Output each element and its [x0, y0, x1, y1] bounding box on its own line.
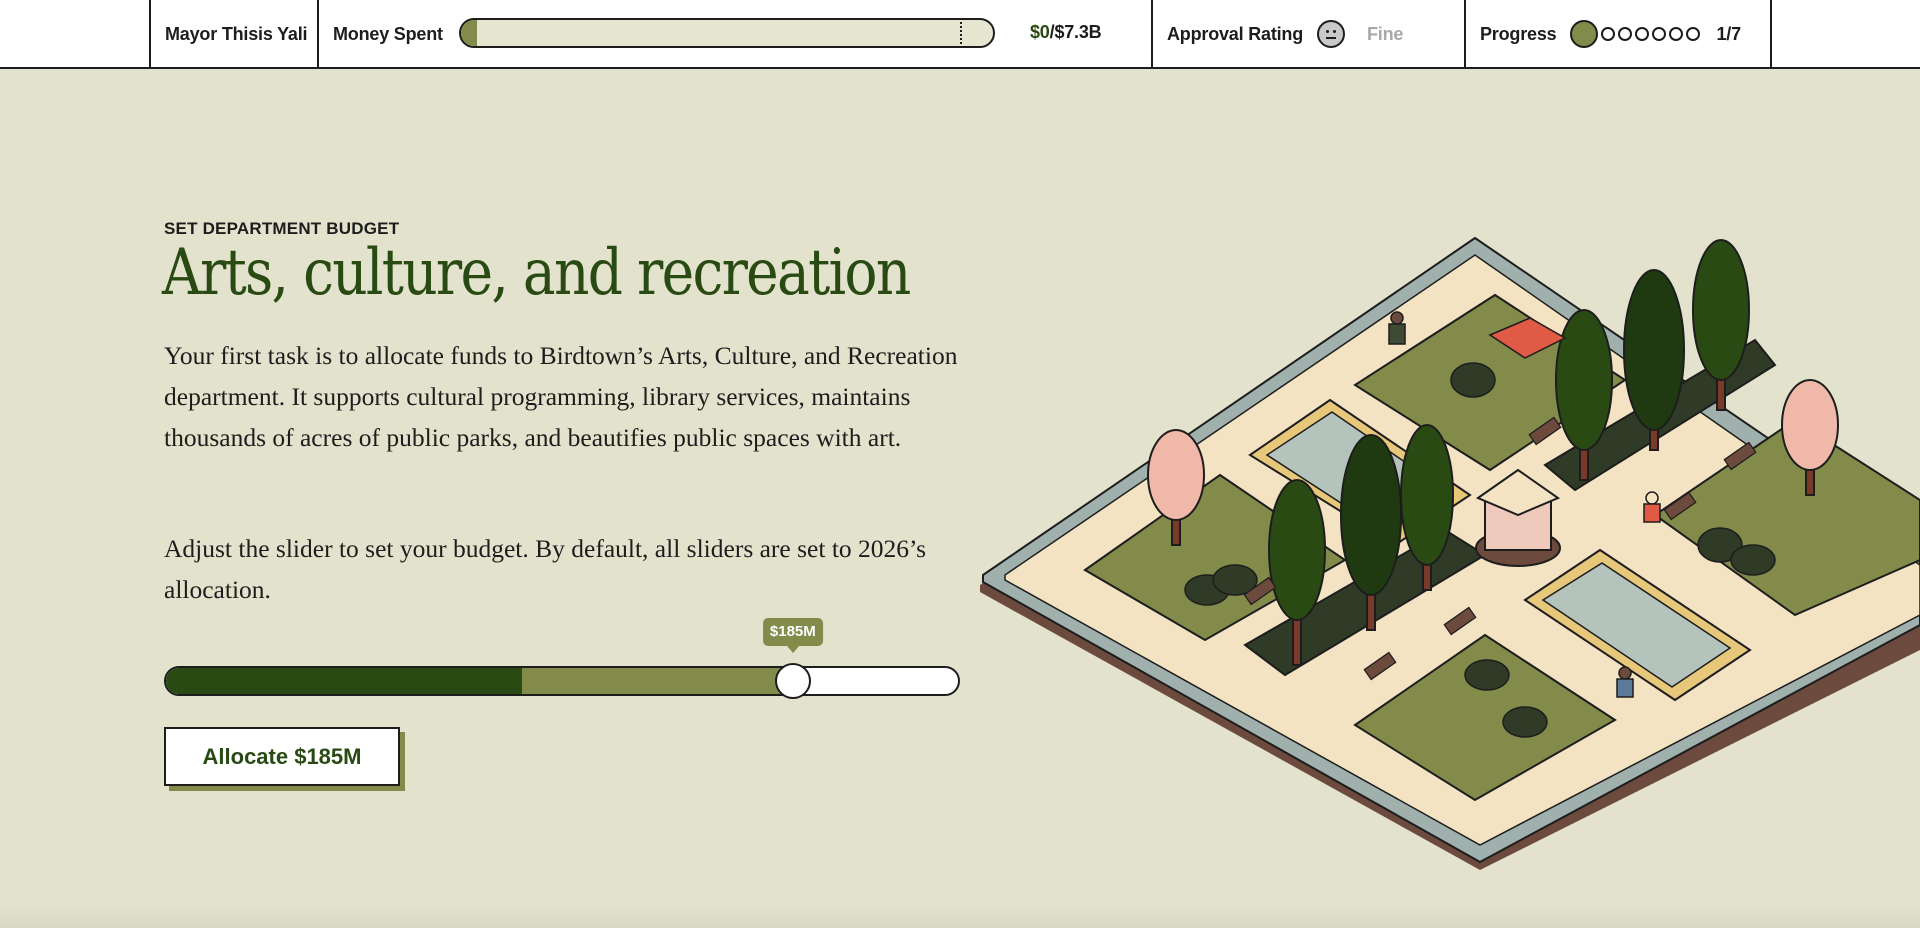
intro-paragraph: Your first task is to allocate funds to … [164, 341, 958, 452]
slider-extra-allocation-fill [522, 668, 792, 694]
budget-slider-thumb[interactable] [774, 663, 811, 699]
approval-rating-status: Fine [1367, 23, 1404, 44]
money-spent-label: Money Spent [333, 23, 443, 44]
slider-default-allocation-fill [166, 668, 523, 694]
progress-dot [1669, 27, 1684, 41]
progress-dot [1652, 27, 1667, 41]
money-spent-cell: Money Spent $0/$7.3B [317, 0, 1151, 68]
allocate-button[interactable]: Allocate $185M [164, 727, 400, 786]
progress-count: 1/7 [1716, 23, 1741, 44]
slider-value-tooltip: $185M [762, 618, 823, 653]
park-illustration [980, 236, 1920, 870]
approval-rating-cell: Approval Rating Fine [1151, 0, 1464, 68]
bottom-fade [0, 902, 1920, 928]
progress-label: Progress [1480, 23, 1557, 44]
money-spent-value: $0/$7.3B [1030, 22, 1102, 43]
progress-dot-completed [1570, 20, 1599, 48]
progress-cell: Progress 1/7 [1464, 0, 1772, 68]
budget-slider-track[interactable] [164, 666, 960, 696]
neutral-face-icon [1317, 20, 1346, 48]
progress-dot [1635, 27, 1650, 41]
money-spent-bar [459, 18, 995, 48]
money-spent-amount: $0 [1030, 22, 1050, 42]
mayor-name: Mayor Thisis Yali [165, 23, 308, 44]
page-title: Arts, culture, and recreation [162, 236, 911, 310]
progress-dot [1601, 27, 1616, 41]
instructions-paragraph: Adjust the slider to set your budget. By… [164, 534, 927, 604]
money-spent-fill [461, 20, 477, 46]
progress-dot [1686, 27, 1701, 41]
money-budget-marker [960, 22, 962, 44]
progress-dots [1570, 20, 1701, 48]
top-status-bar: Mayor Thisis Yali Money Spent $0/$7.3B A… [0, 0, 1920, 69]
progress-dot [1618, 27, 1633, 41]
approval-rating-label: Approval Rating [1167, 23, 1304, 44]
mayor-name-cell: Mayor Thisis Yali [149, 0, 317, 68]
money-total-amount: $7.3B [1054, 22, 1102, 42]
